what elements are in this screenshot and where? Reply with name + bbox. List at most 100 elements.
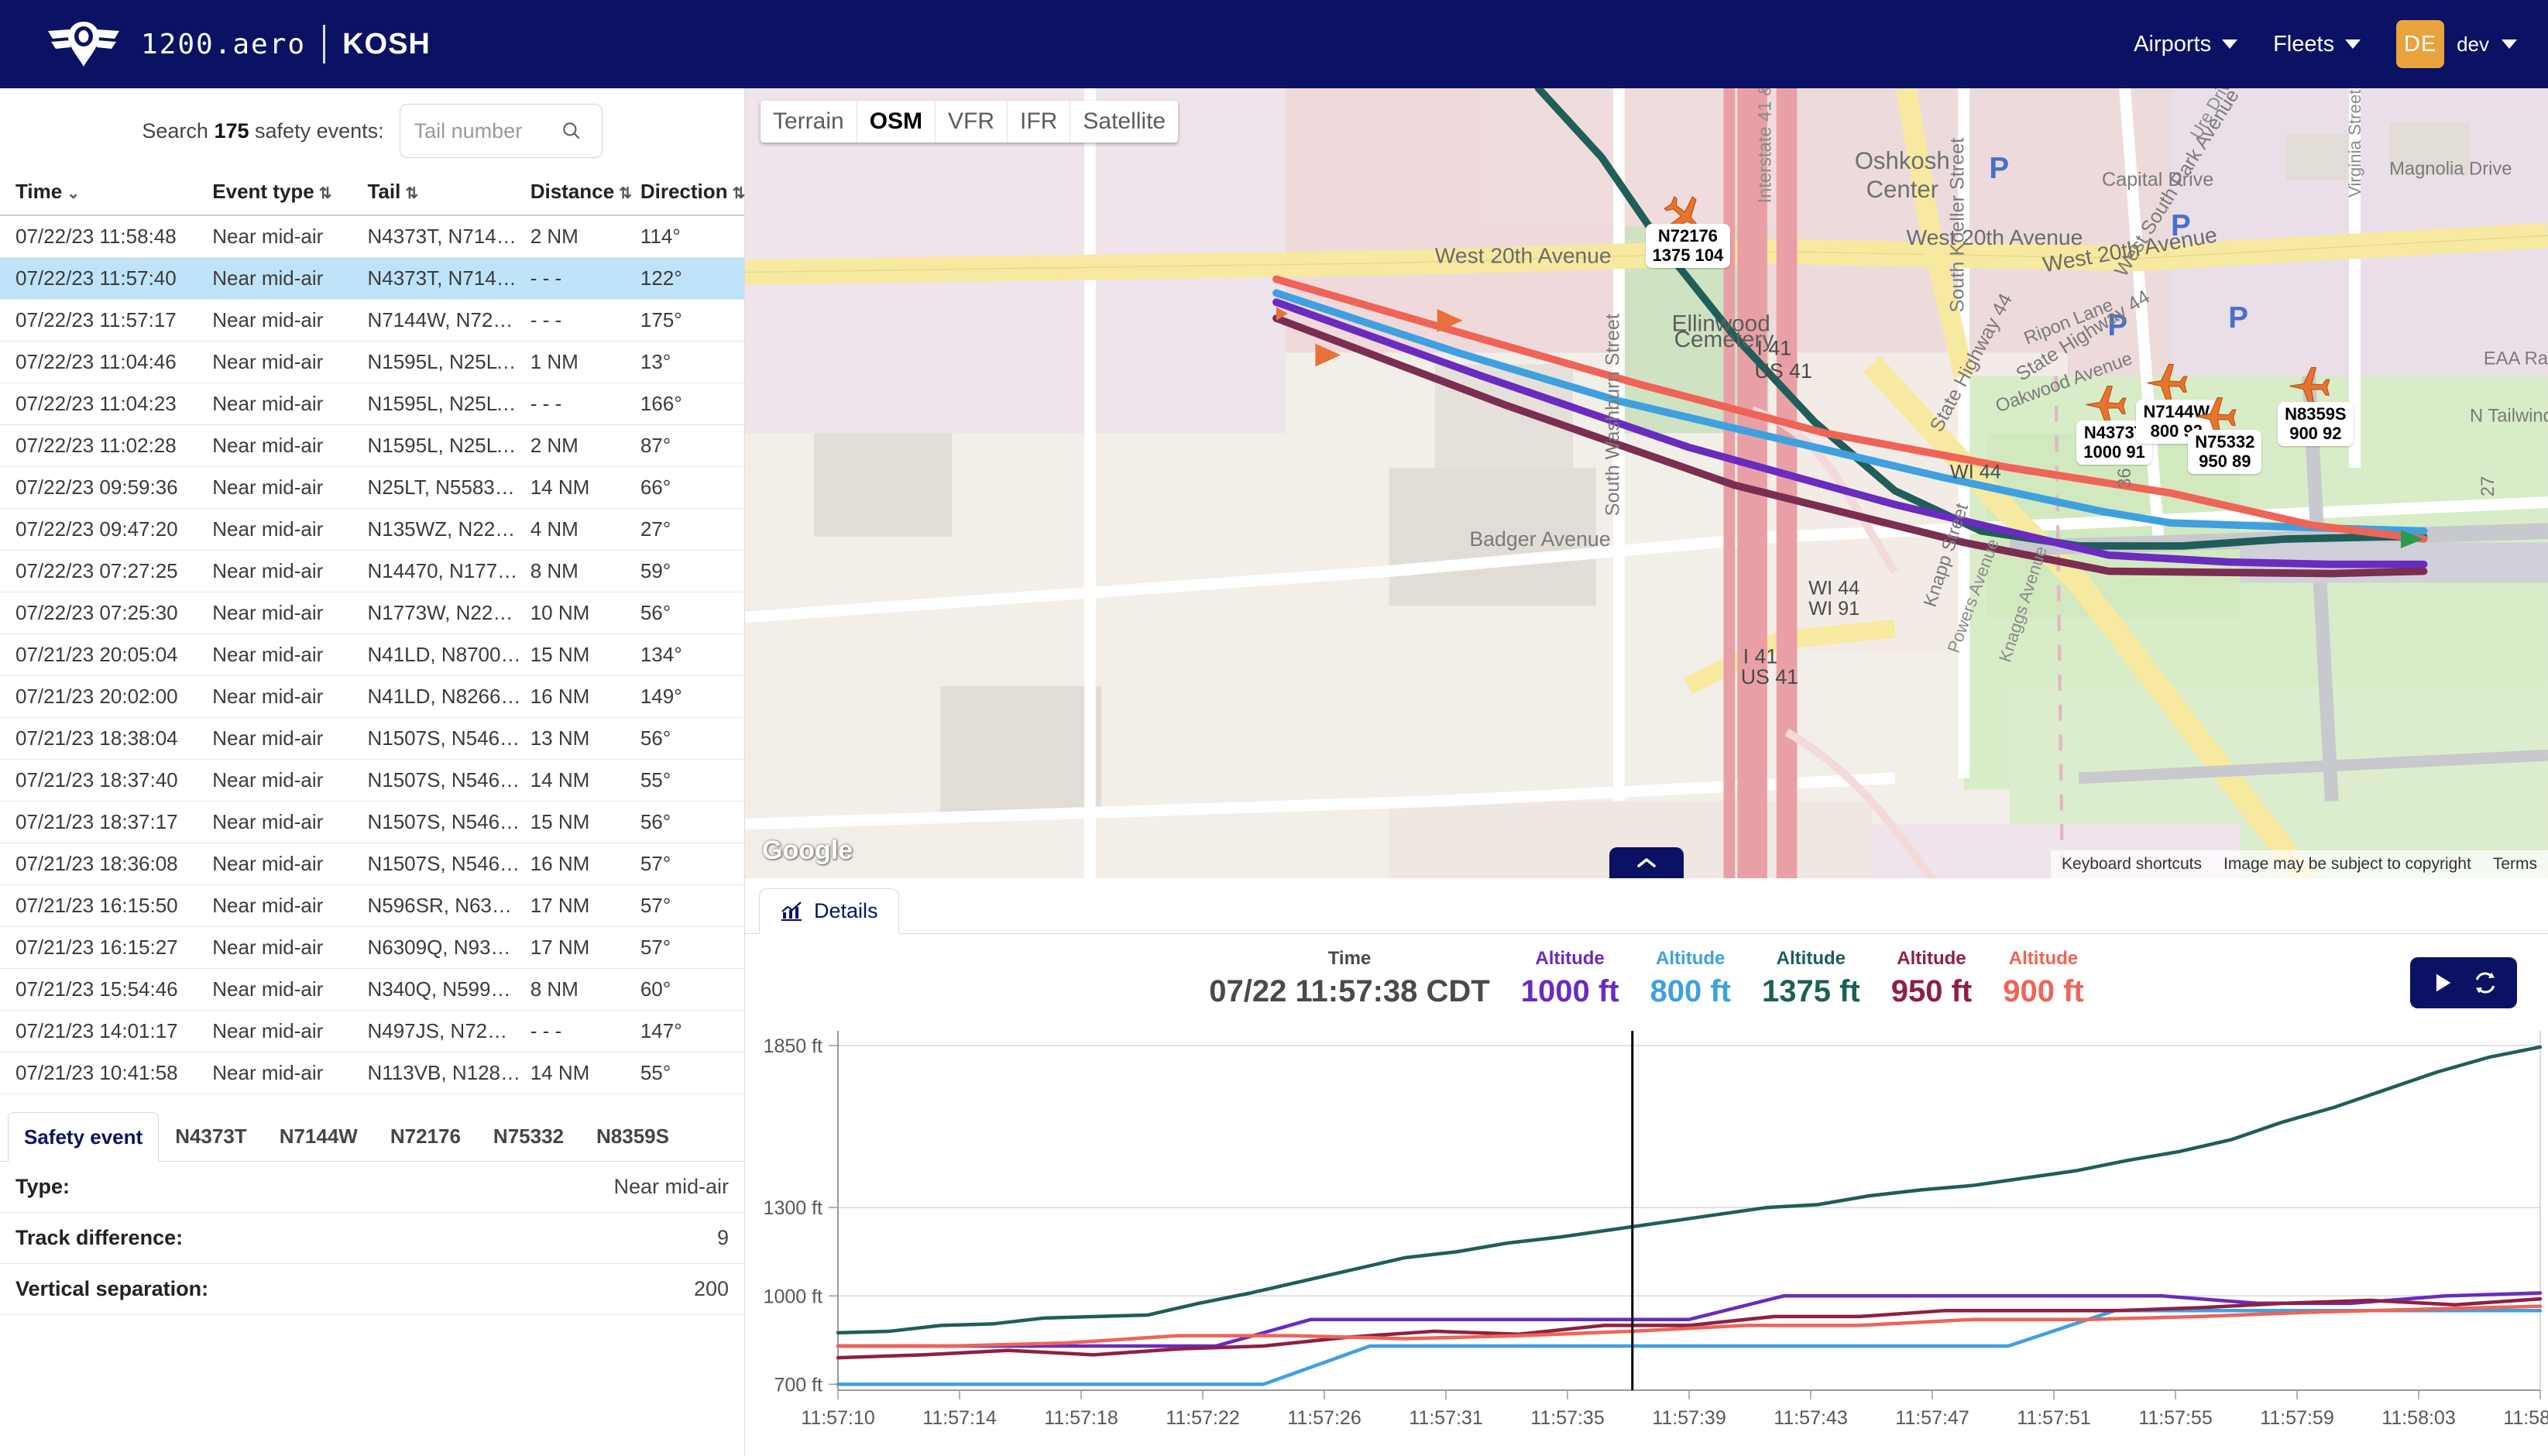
map-street-label: 36 bbox=[2114, 468, 2135, 488]
cell-tail: N7144W, N721… bbox=[362, 299, 526, 342]
map-street-label: West 20th Avenue bbox=[1907, 225, 2083, 249]
refresh-button[interactable] bbox=[2467, 965, 2503, 1001]
altitude-chart[interactable]: 1850 ft 1300 ft 1000 ft 700 ft 11:57:10 11:57… bbox=[745, 1017, 2548, 1456]
table-row[interactable]: 07/21/23 16:15:27 Near mid-air N6309Q, N93… bbox=[0, 926, 744, 969]
safety-events-table: Time ⌄ Event type ⇅ Tail ⇅ Distance ⇅ Direct… bbox=[0, 173, 746, 1094]
tab-details[interactable]: Details bbox=[759, 888, 899, 934]
brand-logo[interactable]: 1200.aero KOSH bbox=[46, 20, 431, 68]
cell-distance: 17 NM bbox=[525, 926, 636, 969]
column-header-event-type[interactable]: Event type ⇅ bbox=[208, 173, 363, 216]
table-row[interactable]: 07/21/23 20:02:00 Near mid-air N41LD, N826… bbox=[0, 675, 744, 718]
table-row[interactable]: 07/22/23 11:57:40 Near mid-air N4373T, N71… bbox=[0, 257, 744, 300]
terms-link[interactable]: Terms bbox=[2482, 850, 2548, 878]
search-label: Search 175 safety events: bbox=[142, 119, 383, 143]
table-row[interactable]: 07/21/23 15:54:46 Near mid-air N340Q, N599… bbox=[0, 968, 744, 1011]
sort-icon-distance[interactable]: ⇅ bbox=[619, 185, 632, 202]
table-row[interactable]: 07/21/23 16:15:50 Near mid-air N596SR, N63… bbox=[0, 884, 744, 927]
cell-tail: N135WZ, N22K… bbox=[362, 508, 526, 551]
table-row[interactable]: 07/22/23 11:57:17 Near mid-air N7144W, N72… bbox=[0, 299, 744, 342]
cell-type: Near mid-air bbox=[208, 550, 363, 592]
chart-playback-controls[interactable] bbox=[2410, 957, 2517, 1008]
table-row[interactable]: 07/21/23 18:36:08 Near mid-air N1507S, N54… bbox=[0, 843, 744, 885]
cell-time: 07/22/23 09:59:36 bbox=[0, 466, 208, 509]
detail-tab-n4373t[interactable]: N4373T bbox=[159, 1111, 263, 1161]
x-axis-tick-label: 11:58:10 bbox=[2503, 1407, 2548, 1429]
cell-distance: 4 NM bbox=[525, 508, 636, 551]
panel-tab-strip: Details bbox=[745, 878, 2548, 934]
user-menu[interactable]: DE dev bbox=[2396, 20, 2517, 68]
tab-details-label: Details bbox=[814, 899, 878, 922]
cell-distance: - - - bbox=[525, 299, 636, 342]
map-street-label: Virginia Street bbox=[2345, 89, 2364, 197]
table-row[interactable]: 07/22/23 09:59:36 Near mid-air N25LT, N558… bbox=[0, 466, 744, 509]
column-header-direction[interactable]: Direction ⇅ bbox=[635, 173, 746, 216]
copyright-notice: Image may be subject to copyright bbox=[2223, 855, 2471, 873]
map-street-label: 27 bbox=[2478, 476, 2498, 496]
cell-direction: 56° bbox=[635, 592, 744, 634]
cell-direction: 57° bbox=[635, 843, 744, 885]
map-street-label: N Tailwind Avenue bbox=[2470, 406, 2548, 427]
search-icon[interactable] bbox=[561, 121, 582, 141]
detail-tab-n8359s[interactable]: N8359S bbox=[580, 1111, 685, 1161]
chevron-down-icon bbox=[2222, 39, 2238, 49]
table-row[interactable]: 07/22/23 09:47:20 Near mid-air N135WZ, N22… bbox=[0, 508, 744, 551]
map-view[interactable]: P P P P N72176 1375 104 N4373T 1000 91 N… bbox=[745, 88, 2548, 878]
chart-header: Time 07/22 11:57:38 CDT Altitude 1000 ft A… bbox=[745, 934, 2548, 1017]
table-row[interactable]: 07/21/23 10:41:58 Near mid-air N113VB, N12… bbox=[0, 1052, 744, 1094]
table-row[interactable]: 07/22/23 11:04:23 Near mid-air N1595L, N25… bbox=[0, 383, 744, 425]
x-axis-tick-label: 11:57:26 bbox=[1287, 1407, 1361, 1429]
cell-tail: N1773W, N224… bbox=[362, 592, 526, 634]
sort-icon-event-type[interactable]: ⇅ bbox=[319, 185, 332, 202]
detail-tab-n72176[interactable]: N72176 bbox=[374, 1111, 477, 1161]
detail-tab-n7144w[interactable]: N7144W bbox=[263, 1111, 374, 1161]
column-header-distance[interactable]: Distance ⇅ bbox=[525, 173, 636, 216]
table-row[interactable]: 07/21/23 18:37:17 Near mid-air N1507S, N54… bbox=[0, 801, 744, 843]
map-layer-osm[interactable]: OSM bbox=[857, 101, 936, 143]
table-row[interactable]: 07/22/23 07:27:25 Near mid-air N14470, N17… bbox=[0, 550, 744, 592]
detail-tab-safety-event[interactable]: Safety event bbox=[8, 1112, 160, 1162]
column-label-distance: Distance bbox=[530, 180, 615, 203]
play-button[interactable] bbox=[2424, 965, 2460, 1001]
sort-icon-time[interactable]: ⌄ bbox=[67, 185, 80, 202]
map-street-label: I 41 bbox=[1757, 336, 1792, 359]
nav-item-airports[interactable]: Airports bbox=[2134, 32, 2238, 57]
cell-direction: 27° bbox=[635, 508, 744, 551]
map-layer-vfr[interactable]: VFR bbox=[936, 101, 1008, 143]
map-collapse-handle[interactable] bbox=[1609, 847, 1684, 878]
readout-time-label: Time bbox=[1327, 948, 1372, 969]
search-input[interactable] bbox=[414, 118, 554, 143]
search-box[interactable] bbox=[399, 104, 603, 158]
cell-direction: 87° bbox=[635, 424, 744, 467]
cell-type: Near mid-air bbox=[208, 1010, 363, 1053]
x-axis-tick-label: 11:57:35 bbox=[1530, 1407, 1604, 1429]
keyboard-shortcuts-link[interactable]: Keyboard shortcuts bbox=[2051, 850, 2213, 878]
table-row[interactable]: 07/21/23 14:01:17 Near mid-air N497JS, N72… bbox=[0, 1010, 744, 1053]
table-row[interactable]: 07/22/23 11:02:28 Near mid-air N1595L, N25… bbox=[0, 424, 744, 467]
table-row[interactable]: 07/22/23 11:04:46 Near mid-air N1595L, N25… bbox=[0, 341, 744, 383]
table-row[interactable]: 07/22/23 11:58:48 Near mid-air N4373T, N71… bbox=[0, 215, 744, 258]
detail-tab-n75332[interactable]: N75332 bbox=[477, 1111, 580, 1161]
x-axis-tick-label: 11:57:43 bbox=[1774, 1407, 1847, 1429]
table-row[interactable]: 07/21/23 18:37:40 Near mid-air N1507S, N54… bbox=[0, 759, 744, 802]
map-layer-ifr[interactable]: IFR bbox=[1008, 101, 1071, 143]
map-layer-terrain[interactable]: Terrain bbox=[761, 101, 857, 143]
table-row[interactable]: 07/21/23 20:05:04 Near mid-air N41LD, N870… bbox=[0, 634, 744, 676]
readout-altitude-value: 950 ft bbox=[1890, 974, 1973, 1008]
cell-type: Near mid-air bbox=[208, 717, 363, 760]
nav-item-fleets[interactable]: Fleets bbox=[2273, 32, 2361, 57]
sort-icon-tail[interactable]: ⇅ bbox=[405, 185, 418, 202]
table-row[interactable]: 07/22/23 07:25:30 Near mid-air N1773W, N22… bbox=[0, 592, 744, 634]
cell-distance: 8 NM bbox=[525, 968, 636, 1011]
cell-direction: 55° bbox=[635, 759, 744, 802]
map-layer-satellite[interactable]: Satellite bbox=[1070, 101, 1178, 143]
sort-icon-direction[interactable]: ⇅ bbox=[733, 185, 746, 202]
column-header-time[interactable]: Time ⌄ bbox=[0, 173, 208, 216]
column-header-tail[interactable]: Tail ⇅ bbox=[362, 173, 526, 216]
map-street-label: Center bbox=[1866, 176, 1939, 203]
y-axis-tick-label: 1850 ft bbox=[764, 1035, 823, 1057]
cell-direction: 13° bbox=[635, 341, 744, 383]
table-row[interactable]: 07/21/23 18:38:04 Near mid-air N1507S, N54… bbox=[0, 717, 744, 760]
map-attribution: Keyboard shortcuts Image may be subject … bbox=[2051, 850, 2548, 878]
altitude-chart-svg[interactable]: 1850 ft 1300 ft 1000 ft 700 ft 11:57:10 11:57… bbox=[745, 1017, 2548, 1451]
map-street-label: South Koeller Street bbox=[1947, 138, 1969, 313]
